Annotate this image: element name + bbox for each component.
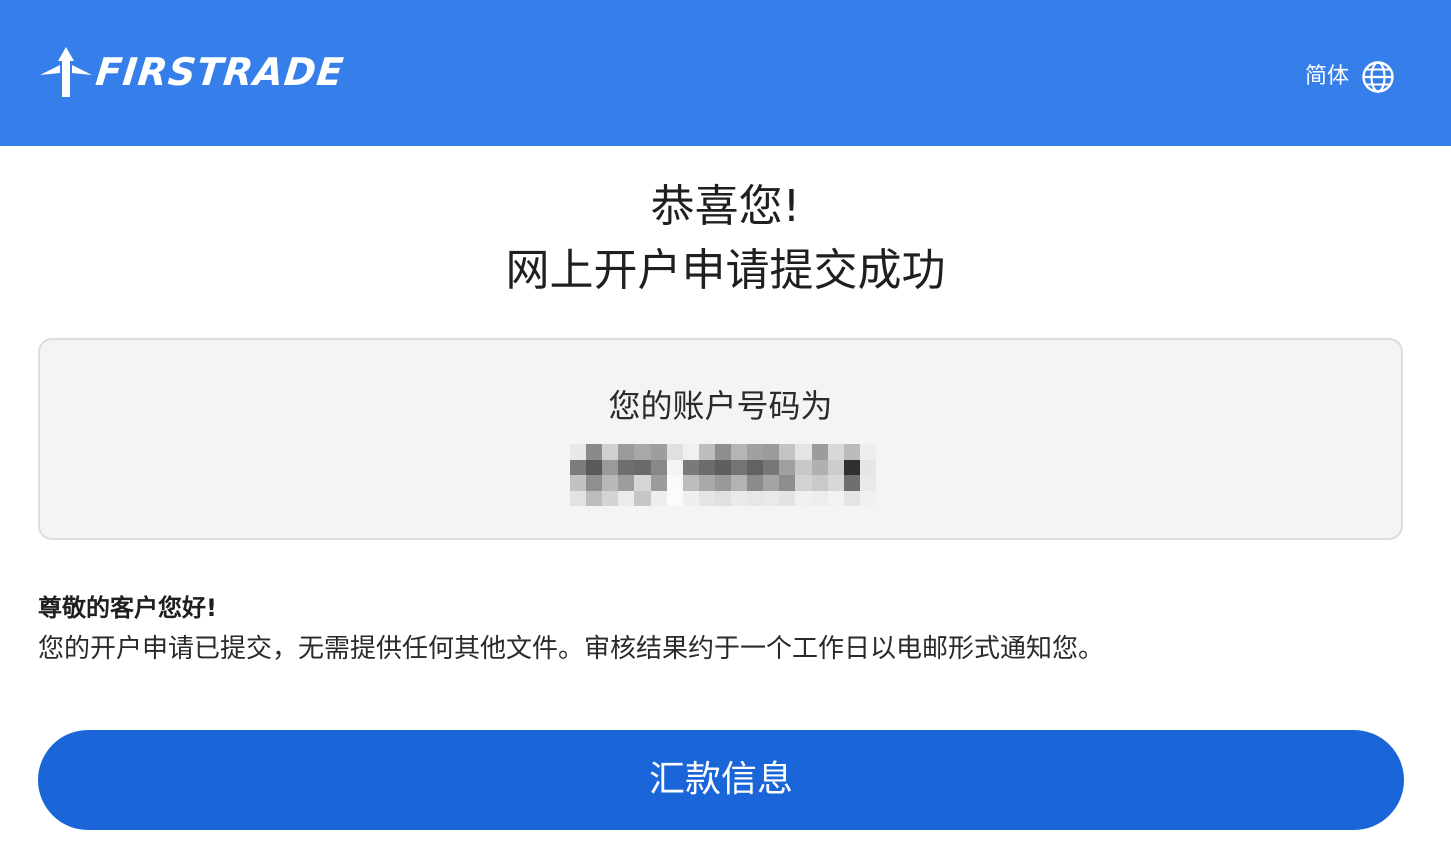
account-number-panel: 您的账户号码为 — [38, 338, 1403, 540]
redacted-digit-tile — [714, 490, 732, 506]
redacted-digit-tile — [859, 459, 876, 475]
redacted-digit-tile — [731, 444, 748, 460]
redacted-digit-tile — [779, 459, 796, 475]
account-number-redacted — [570, 444, 876, 506]
redacted-digit-tile — [811, 490, 828, 506]
redacted-digit-tile — [795, 475, 812, 491]
redacted-digit-tile — [779, 444, 796, 460]
redacted-digit-tile — [666, 475, 683, 491]
brand-name: FIRSTRADE — [93, 50, 347, 94]
redacted-digit-tile — [602, 444, 619, 460]
redacted-digit-tile — [859, 444, 876, 460]
redacted-digit-tile — [779, 490, 796, 506]
redacted-digit-tile — [586, 444, 603, 460]
redacted-digit-tile — [586, 490, 603, 506]
redacted-digit-tile — [650, 475, 667, 491]
redacted-digit-tile — [827, 490, 844, 506]
redacted-digit-tile — [698, 444, 715, 460]
redacted-digit-tile — [602, 490, 619, 506]
redacted-digit-tile — [714, 444, 732, 460]
success-title: 恭喜您! 网上开户申请提交成功 — [0, 176, 1451, 304]
redacted-digit-tile — [618, 475, 635, 491]
redacted-digit-tile — [811, 459, 828, 475]
redacted-digit-tile — [731, 490, 748, 506]
redacted-digit-tile — [731, 475, 748, 491]
redacted-digit-tile — [747, 475, 764, 491]
redacted-digit-tile — [634, 459, 651, 475]
redacted-digit-tile — [763, 444, 780, 460]
redacted-digit-tile — [682, 490, 699, 506]
redacted-digit-tile — [714, 475, 732, 491]
redacted-digit-tile — [827, 475, 844, 491]
top-header-bar: FIRSTRADE 简体 — [0, 0, 1451, 146]
redacted-digit-tile — [747, 490, 764, 506]
redacted-digit-tile — [843, 459, 860, 475]
redacted-digit-tile — [698, 459, 715, 475]
language-switcher[interactable]: 简体 — [1305, 58, 1395, 96]
redacted-digit-tile — [779, 475, 796, 491]
submission-notice-text: 您的开户申请已提交，无需提供任何其他文件。审核结果约于一个工作日以电邮形式通知您… — [38, 634, 1105, 664]
redacted-digit-tile — [714, 459, 732, 475]
redacted-digit-tile — [666, 490, 683, 506]
redacted-digit-tile — [618, 459, 635, 475]
redacted-digit-tile — [570, 444, 587, 460]
redacted-digit-tile — [634, 490, 651, 506]
redacted-digit-tile — [747, 444, 764, 460]
redacted-digit-tile — [682, 444, 699, 460]
redacted-digit-tile — [666, 444, 683, 460]
remittance-info-button[interactable]: 汇款信息 — [38, 730, 1404, 830]
redacted-digit-tile — [731, 459, 748, 475]
redacted-digit-tile — [843, 444, 860, 460]
submission-success-heading: 网上开户申请提交成功 — [505, 245, 946, 296]
firstrade-logo-icon — [40, 47, 92, 97]
brand-logo[interactable]: FIRSTRADE — [38, 44, 347, 100]
redacted-digit-tile — [634, 475, 651, 491]
redacted-digit-tile — [682, 459, 699, 475]
redacted-digit-tile — [698, 475, 715, 491]
redacted-digit-tile — [811, 475, 828, 491]
redacted-digit-tile — [859, 475, 876, 491]
redacted-digit-tile — [602, 459, 619, 475]
redacted-digit-tile — [570, 459, 587, 475]
redacted-digit-tile — [811, 444, 828, 460]
redacted-digit-tile — [650, 459, 667, 475]
redacted-digit-tile — [827, 444, 844, 460]
redacted-digit-tile — [586, 475, 603, 491]
redacted-digit-tile — [843, 475, 860, 491]
redacted-digit-tile — [570, 475, 587, 491]
redacted-digit-tile — [763, 490, 780, 506]
redacted-digit-tile — [795, 444, 812, 460]
customer-greeting: 尊敬的客户您好! — [38, 594, 217, 622]
redacted-digit-tile — [650, 444, 667, 460]
redacted-digit-tile — [602, 475, 619, 491]
redacted-digit-tile — [634, 444, 651, 460]
congratulations-heading: 恭喜您! — [650, 181, 801, 232]
redacted-digit-tile — [843, 490, 860, 506]
language-label: 简体 — [1304, 64, 1349, 89]
redacted-digit-tile — [586, 459, 603, 475]
redacted-digit-tile — [827, 459, 844, 475]
globe-icon — [1362, 61, 1394, 93]
redacted-digit-tile — [795, 490, 812, 506]
redacted-digit-tile — [763, 475, 780, 491]
redacted-digit-tile — [682, 475, 699, 491]
redacted-digit-tile — [650, 490, 667, 506]
redacted-digit-tile — [570, 490, 587, 506]
redacted-digit-tile — [747, 459, 764, 475]
redacted-digit-tile — [618, 490, 635, 506]
redacted-digit-tile — [666, 459, 683, 475]
redacted-digit-tile — [859, 490, 876, 506]
redacted-digit-tile — [698, 490, 715, 506]
redacted-digit-tile — [795, 459, 812, 475]
redacted-digit-tile — [618, 444, 635, 460]
account-number-label: 您的账户号码为 — [608, 387, 833, 425]
redacted-digit-tile — [763, 459, 780, 475]
